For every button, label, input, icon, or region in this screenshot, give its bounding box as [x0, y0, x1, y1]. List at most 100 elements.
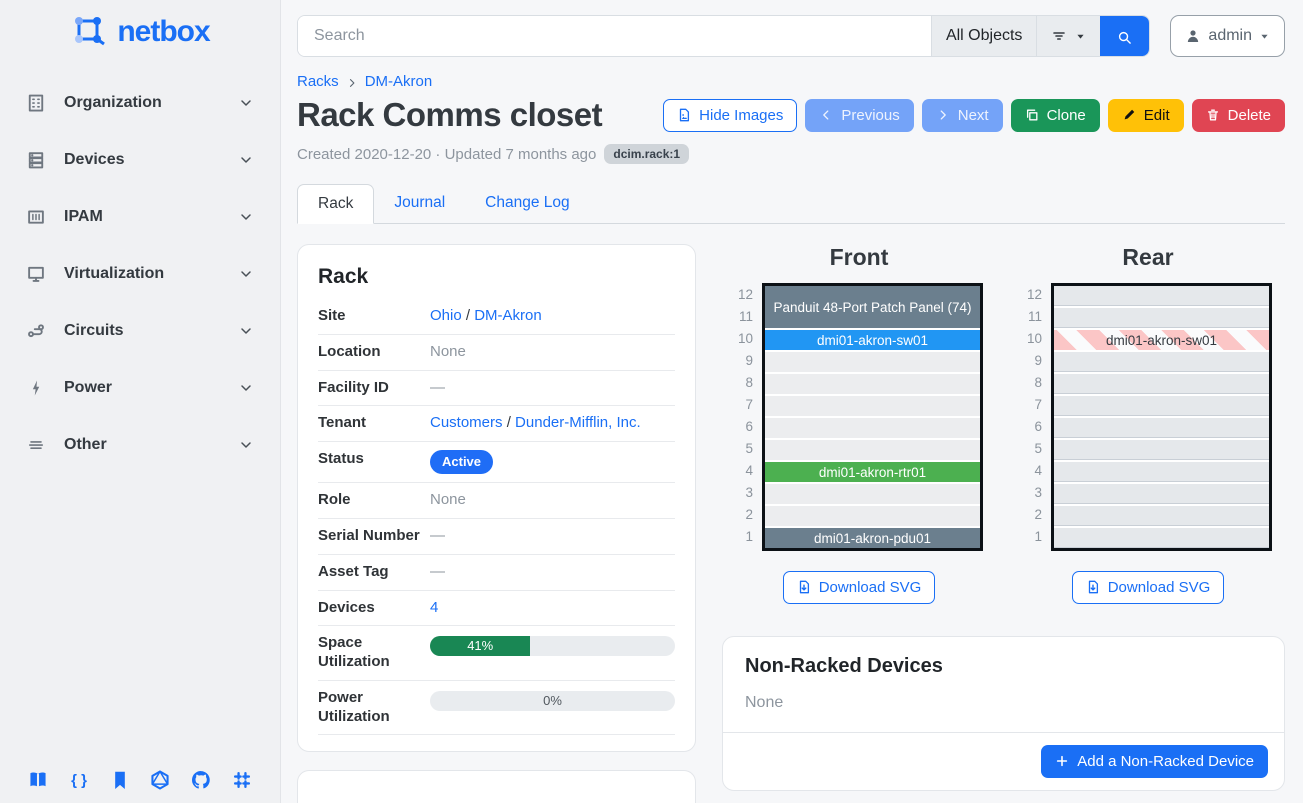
rack-unit-number: 12 [735, 283, 753, 305]
user-menu-button[interactable]: admin [1170, 15, 1285, 57]
breadcrumb: Racks DM-Akron [297, 73, 1285, 90]
rack-info-panel: Rack Site Ohio / DM-Akron Location None [297, 244, 696, 752]
front-download-svg-button[interactable]: Download SVG [783, 571, 936, 604]
sidebar-item-label: Power [64, 379, 238, 397]
rack-empty-slot[interactable] [765, 440, 980, 460]
breadcrumb-dm-akron[interactable]: DM-Akron [365, 73, 433, 90]
filter-icon [1051, 28, 1067, 44]
tenant-link[interactable]: Dunder-Mifflin, Inc. [515, 414, 641, 431]
rack-empty-slot[interactable] [765, 374, 980, 394]
rack-empty-slot[interactable] [765, 506, 980, 526]
sidebar-item-label: Devices [64, 151, 238, 169]
breadcrumb-racks[interactable]: Racks [297, 73, 339, 90]
clone-button[interactable]: Clone [1011, 99, 1100, 132]
sidebar-item-power[interactable]: Power [0, 369, 280, 407]
rack-device[interactable]: Panduit 48-Port Patch Panel (74) [765, 286, 980, 328]
rack-empty-slot[interactable] [765, 396, 980, 416]
search-filter-dropdown[interactable] [1036, 16, 1100, 56]
rack-empty-slot[interactable] [1054, 308, 1269, 328]
rack-device[interactable]: dmi01-akron-sw01 [1054, 330, 1269, 350]
sidebar-item-circuits[interactable]: Circuits [0, 312, 280, 350]
delete-button[interactable]: Delete [1192, 99, 1285, 132]
rack-unit-number: 11 [1024, 305, 1042, 327]
bookmark-icon[interactable] [109, 769, 131, 791]
sidebar-item-devices[interactable]: Devices [0, 141, 280, 179]
site-region-link[interactable]: Ohio [430, 307, 462, 324]
tab-change-log[interactable]: Change Log [465, 184, 589, 223]
rack-unit-number: 1 [1024, 525, 1042, 547]
add-non-racked-device-button[interactable]: Add a Non-Racked Device [1041, 745, 1268, 778]
front-elevation: Front 121110987654321 Panduit 48-Port Pa… [728, 244, 990, 604]
row-power-utilization: Power Utilization 0% [318, 681, 675, 736]
rack-empty-slot[interactable] [765, 484, 980, 504]
chevron-down-icon [238, 437, 254, 453]
tab-rack[interactable]: Rack [297, 184, 374, 224]
github-icon[interactable] [190, 769, 212, 791]
sidebar-item-organization[interactable]: Organization [0, 84, 280, 122]
facility-id-value: — [430, 379, 675, 398]
rack-empty-slot[interactable] [1054, 418, 1269, 438]
netbox-logo[interactable]: netbox [0, 0, 280, 62]
devices-count-link[interactable]: 4 [430, 599, 438, 616]
tenant-group-link[interactable]: Customers [430, 414, 503, 431]
sidebar-item-label: Circuits [64, 322, 238, 340]
lines-icon [26, 435, 46, 455]
edit-button[interactable]: Edit [1108, 99, 1184, 132]
rack-device[interactable]: dmi01-akron-pdu01 [765, 528, 980, 548]
rack-empty-slot[interactable] [1054, 396, 1269, 416]
created-updated-text: Created 2020-12-20 · Updated 7 months ag… [297, 146, 596, 163]
rack-device[interactable]: dmi01-akron-rtr01 [765, 462, 980, 482]
trash-icon [1206, 108, 1221, 123]
next-button[interactable]: Next [922, 99, 1003, 132]
sidebar-item-label: IPAM [64, 208, 238, 226]
rack-unit-number: 8 [1024, 371, 1042, 393]
docs-book-icon[interactable] [27, 769, 49, 791]
sidebar-item-label: Other [64, 436, 238, 454]
search-icon [1117, 29, 1132, 44]
rack-empty-slot[interactable] [1054, 484, 1269, 504]
sidebar-item-virtualization[interactable]: Virtualization [0, 255, 280, 293]
site-link[interactable]: DM-Akron [474, 307, 542, 324]
rack-empty-slot[interactable] [1054, 374, 1269, 394]
row-role: Role None [318, 483, 675, 519]
rack-empty-slot[interactable] [1054, 440, 1269, 460]
rack-empty-slot[interactable] [1054, 286, 1269, 306]
rack-empty-slot[interactable] [765, 352, 980, 372]
search-input[interactable] [298, 16, 931, 56]
rack-unit-number: 9 [735, 349, 753, 371]
rear-download-svg-button[interactable]: Download SVG [1072, 571, 1225, 604]
rack-unit-number: 5 [735, 437, 753, 459]
download-file-icon [797, 580, 812, 595]
non-racked-title: Non-Racked Devices [745, 655, 1262, 678]
rack-empty-slot[interactable] [1054, 528, 1269, 548]
row-location: Location None [318, 335, 675, 371]
sidebar-nav: Organization Devices IPAM Virtualization [0, 84, 280, 483]
rack-empty-slot[interactable] [1054, 506, 1269, 526]
rack-device[interactable]: dmi01-akron-sw01 [765, 330, 980, 350]
previous-button[interactable]: Previous [805, 99, 913, 132]
chevron-down-icon [238, 95, 254, 111]
search-button[interactable] [1100, 16, 1149, 56]
row-status: Status Active [318, 442, 675, 483]
hide-images-button[interactable]: Hide Images [663, 99, 797, 132]
caret-down-icon [1075, 31, 1086, 42]
rack-unit-number: 10 [1024, 327, 1042, 349]
rack-unit-number: 7 [1024, 393, 1042, 415]
rack-unit-number: 12 [1024, 283, 1042, 305]
sidebar-item-other[interactable]: Other [0, 426, 280, 464]
ipam-icon [26, 207, 46, 227]
api-braces-icon[interactable]: { } [68, 769, 90, 791]
graphql-icon[interactable] [149, 769, 171, 791]
search-scope-select[interactable]: All Objects [931, 16, 1036, 56]
rack-empty-slot[interactable] [1054, 462, 1269, 482]
rack-empty-slot[interactable] [1054, 352, 1269, 372]
file-image-icon [677, 108, 692, 123]
slack-icon[interactable] [231, 769, 253, 791]
tab-journal[interactable]: Journal [374, 184, 465, 223]
row-facility-id: Facility ID — [318, 371, 675, 407]
sidebar-item-ipam[interactable]: IPAM [0, 198, 280, 236]
rear-rack-diagram: dmi01-akron-sw01 [1051, 283, 1272, 551]
rack-empty-slot[interactable] [765, 418, 980, 438]
front-title: Front [830, 244, 889, 271]
sidebar-footer: { } [0, 769, 280, 791]
